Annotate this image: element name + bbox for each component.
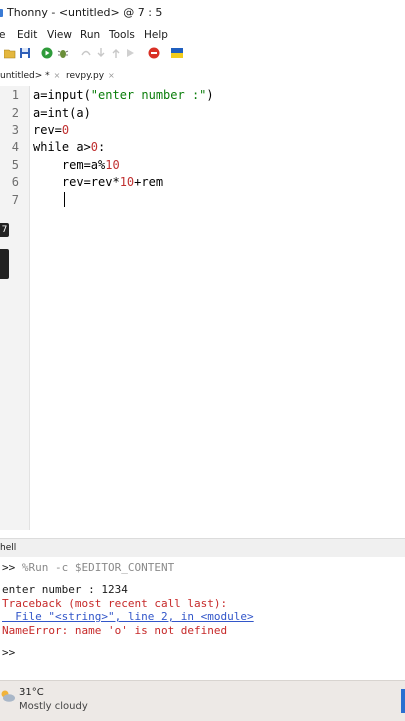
window-title: Thonny - <untitled> @ 7 : 5	[7, 6, 163, 19]
thonny-logo-icon	[0, 9, 3, 17]
shell-line: enter number : 1234	[2, 583, 128, 596]
menu-help[interactable]: Help	[144, 26, 168, 44]
menu-view[interactable]: View	[47, 26, 72, 44]
side-marker: 7	[0, 223, 9, 237]
shell-line: NameError: name 'o' is not defined	[2, 624, 228, 637]
run-icon[interactable]	[41, 47, 53, 59]
cloudy-weather-icon[interactable]	[0, 688, 16, 704]
tab-label: revpy.py	[66, 71, 105, 81]
close-icon[interactable]: ×	[108, 71, 115, 80]
shell-line: >> %Run -c $EDITOR_CONTENT	[2, 561, 175, 574]
menu-run[interactable]: Run	[80, 26, 100, 44]
traceback-link[interactable]: File "<string>", line 2, in <module>	[2, 610, 253, 623]
line-number: 4	[11, 140, 19, 154]
temperature[interactable]: 31°C	[19, 687, 44, 698]
code-line-5: rem=a%10	[33, 158, 120, 172]
editor-tabs: untitled> * × revpy.py ×	[0, 66, 405, 87]
tab-untitled[interactable]: untitled> * ×	[0, 66, 61, 86]
code-line-2: a=int(a)	[33, 106, 91, 120]
debug-icon[interactable]	[57, 47, 69, 59]
text-caret	[64, 192, 65, 207]
code-line-1: a=input("enter number :")	[33, 88, 214, 102]
stop-icon[interactable]	[148, 47, 160, 59]
shell-console[interactable]: >> %Run -c $EDITOR_CONTENT enter number …	[0, 557, 405, 679]
resume-icon[interactable]	[125, 47, 137, 59]
flag-icon[interactable]	[171, 47, 183, 59]
menu-file[interactable]: e	[0, 26, 5, 44]
shell-panel-header[interactable]: hell	[0, 538, 405, 558]
step-into-icon[interactable]	[95, 47, 107, 59]
code-line-6: rev=rev*10+rem	[33, 175, 164, 189]
toolbar	[0, 44, 405, 64]
tab-revpy[interactable]: revpy.py ×	[66, 66, 115, 86]
shell-line: Traceback (most recent call last):	[2, 597, 228, 610]
taskbar: 31°C Mostly cloudy	[0, 680, 405, 721]
weather-condition[interactable]: Mostly cloudy	[19, 701, 88, 712]
title-bar: Thonny - <untitled> @ 7 : 5	[0, 0, 405, 26]
line-number: 2	[11, 106, 19, 120]
shell-prompt[interactable]: >>	[2, 646, 15, 659]
code-editor[interactable]: 1 2 3 4 5 6 7 a=input("enter number :") …	[0, 86, 405, 530]
line-number: 1	[11, 88, 19, 102]
close-icon[interactable]: ×	[54, 71, 61, 80]
code-line-4: while a>0:	[33, 140, 106, 154]
menu-edit[interactable]: Edit	[17, 26, 37, 44]
line-number: 3	[11, 123, 19, 137]
save-icon[interactable]	[19, 47, 31, 59]
step-out-icon[interactable]	[110, 47, 122, 59]
line-number: 7	[11, 193, 19, 207]
line-number-gutter: 1 2 3 4 5 6 7	[0, 86, 30, 530]
step-over-icon[interactable]	[80, 47, 92, 59]
line-number: 6	[11, 175, 19, 189]
code-line-3: rev=0	[33, 123, 70, 137]
menu-tools[interactable]: Tools	[109, 26, 135, 44]
open-file-icon[interactable]	[4, 47, 16, 59]
side-marker-bar	[0, 249, 9, 279]
menu-bar: e Edit View Run Tools Help	[0, 26, 405, 44]
line-number: 5	[11, 158, 19, 172]
tray-app-icon[interactable]	[401, 689, 405, 713]
tab-label: untitled> *	[0, 71, 50, 81]
shell-title: hell	[0, 543, 17, 553]
